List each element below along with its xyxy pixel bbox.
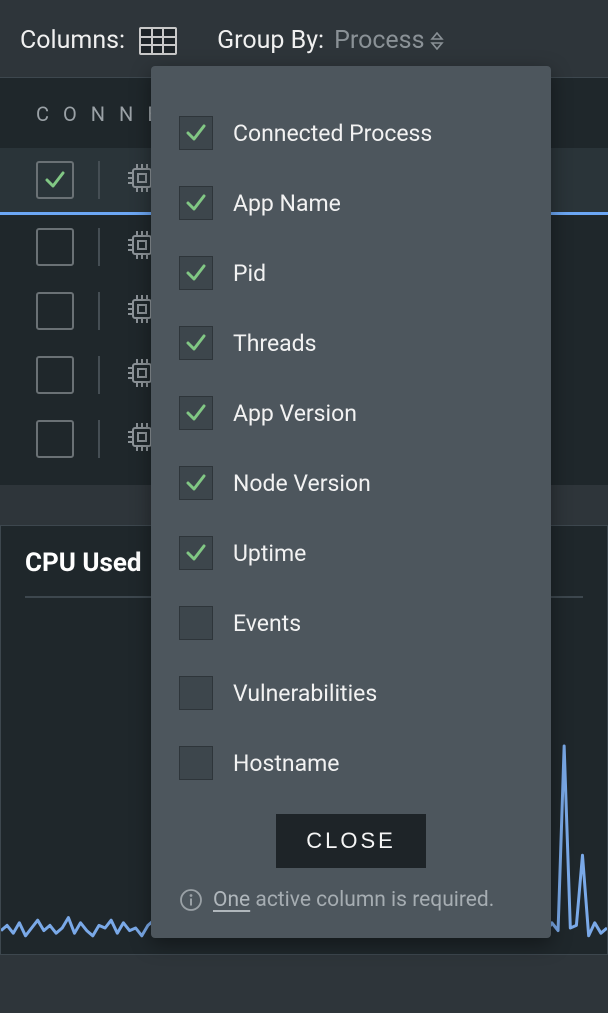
groupby-control: Group By: Process	[217, 26, 444, 55]
column-checkbox[interactable]	[179, 186, 213, 220]
column-option[interactable]: Hostname	[179, 728, 523, 798]
column-option[interactable]: Pid	[179, 238, 523, 308]
column-option-label: Hostname	[233, 750, 340, 777]
column-checkbox[interactable]	[179, 676, 213, 710]
column-checkbox[interactable]	[179, 116, 213, 150]
row-divider	[98, 161, 100, 199]
column-option-label: App Version	[233, 400, 357, 427]
groupby-dropdown[interactable]: Process	[334, 26, 444, 55]
row-checkbox[interactable]	[36, 161, 74, 199]
hint-link[interactable]: One	[213, 888, 250, 912]
columns-icon[interactable]	[139, 27, 177, 55]
column-option[interactable]: Vulnerabilities	[179, 658, 523, 728]
row-checkbox[interactable]	[36, 292, 74, 330]
column-option-label: Pid	[233, 260, 266, 287]
row-divider	[98, 292, 100, 330]
column-option-label: Node Version	[233, 470, 371, 497]
column-checkbox[interactable]	[179, 536, 213, 570]
column-checkbox[interactable]	[179, 606, 213, 640]
column-checkbox[interactable]	[179, 326, 213, 360]
column-option[interactable]: App Name	[179, 168, 523, 238]
info-icon	[179, 888, 203, 912]
columns-popup: Connected Process App Name Pid Threads App V…	[151, 66, 551, 938]
hint-rest: active column is required.	[250, 888, 494, 912]
columns-label: Columns:	[20, 26, 125, 55]
close-button[interactable]: CLOSE	[276, 814, 426, 868]
sort-arrows-icon	[430, 32, 444, 50]
column-option-label: Events	[233, 610, 301, 637]
row-checkbox[interactable]	[36, 228, 74, 266]
row-divider	[98, 356, 100, 394]
groupby-value-text: Process	[334, 26, 424, 55]
column-checkbox[interactable]	[179, 466, 213, 500]
column-option[interactable]: Threads	[179, 308, 523, 378]
columns-popup-list: Connected Process App Name Pid Threads App V…	[179, 98, 523, 798]
groupby-label: Group By:	[217, 26, 324, 55]
column-option[interactable]: Connected Process	[179, 98, 523, 168]
column-option[interactable]: Node Version	[179, 448, 523, 518]
column-option[interactable]: App Version	[179, 378, 523, 448]
row-divider	[98, 420, 100, 458]
row-checkbox[interactable]	[36, 420, 74, 458]
row-checkbox[interactable]	[36, 356, 74, 394]
column-option-label: Uptime	[233, 540, 306, 567]
column-option-label: App Name	[233, 190, 341, 217]
column-option[interactable]: Uptime	[179, 518, 523, 588]
column-option[interactable]: Events	[179, 588, 523, 658]
column-option-label: Threads	[233, 330, 317, 357]
column-option-label: Vulnerabilities	[233, 680, 377, 707]
hint-message: One active column is required.	[179, 888, 523, 912]
row-divider	[98, 228, 100, 266]
column-checkbox[interactable]	[179, 256, 213, 290]
column-checkbox[interactable]	[179, 396, 213, 430]
column-option-label: Connected Process	[233, 120, 432, 147]
column-checkbox[interactable]	[179, 746, 213, 780]
hint-text: One active column is required.	[213, 888, 494, 912]
